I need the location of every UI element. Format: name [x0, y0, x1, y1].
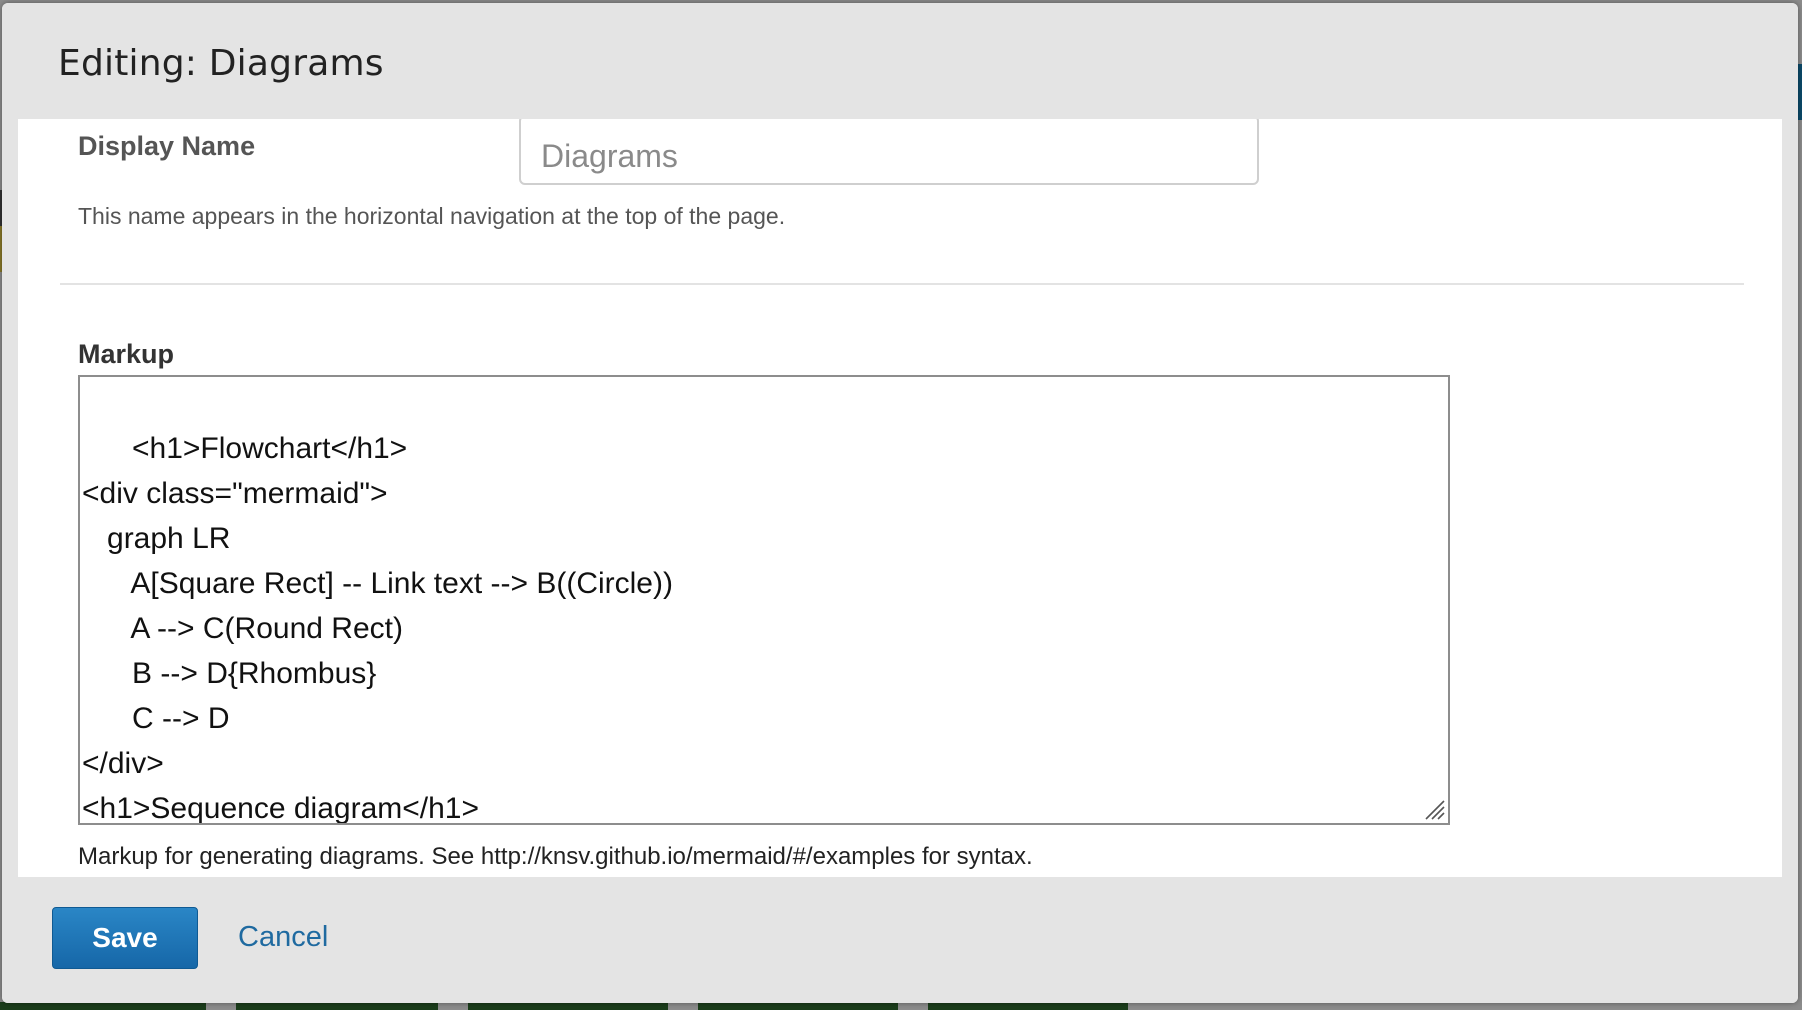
markup-label: Markup — [78, 339, 175, 369]
display-name-label: Display Name — [78, 131, 256, 161]
display-name-value: Diagrams — [541, 138, 678, 174]
background-footer-tab — [236, 1002, 438, 1010]
save-button[interactable]: Save — [52, 907, 198, 969]
edit-modal: Editing: Diagrams Display Name Diagrams … — [2, 3, 1798, 1003]
background-footer-tab — [928, 1002, 1128, 1010]
cancel-link[interactable]: Cancel — [238, 921, 328, 954]
modal-body[interactable]: Display Name Diagrams This name appears … — [18, 119, 1782, 877]
markup-help: Markup for generating diagrams. See http… — [78, 843, 1033, 870]
markup-content: <h1>Flowchart</h1> <div class="mermaid">… — [82, 432, 673, 825]
background-footer-tab — [698, 1002, 898, 1010]
display-name-help: This name appears in the horizontal navi… — [78, 203, 786, 229]
modal-footer: Save Cancel — [2, 877, 1798, 1003]
background-footer-tab — [468, 1002, 668, 1010]
modal-header: Editing: Diagrams — [2, 3, 1798, 119]
display-name-input[interactable]: Diagrams — [519, 119, 1259, 185]
modal-title: Editing: Diagrams — [58, 43, 384, 84]
divider — [60, 283, 1744, 285]
background-footer-tab — [0, 1002, 206, 1010]
markup-textarea[interactable]: <h1>Flowchart</h1> <div class="mermaid">… — [78, 375, 1450, 825]
resize-handle-icon[interactable] — [1422, 797, 1446, 821]
